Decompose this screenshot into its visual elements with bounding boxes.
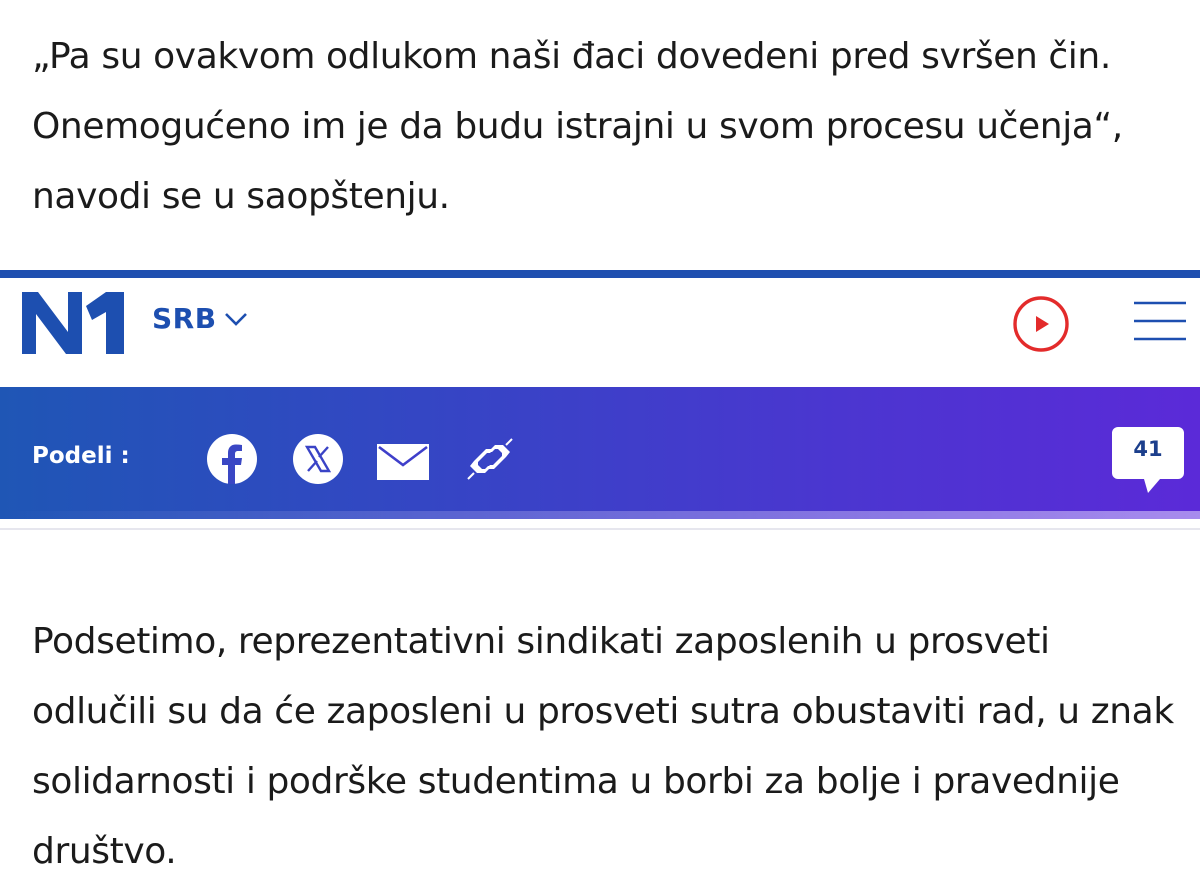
n1-logo[interactable]: N1	[22, 292, 127, 354]
region-selector[interactable]: SRB	[152, 302, 249, 335]
mail-icon[interactable]	[376, 443, 430, 481]
share-label: Podeli :	[32, 443, 130, 469]
play-circle-icon[interactable]	[1012, 295, 1070, 353]
copy-link-icon[interactable]	[464, 435, 516, 483]
header-top-rule	[0, 270, 1200, 278]
article-paragraph-quote: „Pa su ovakvom odlukom naši đaci doveden…	[32, 36, 1123, 217]
facebook-icon[interactable]	[206, 433, 258, 485]
x-icon[interactable]	[292, 433, 344, 485]
article-paragraph: Podsetimo, reprezentativni sindikati zap…	[32, 621, 1174, 872]
section-divider	[0, 528, 1200, 530]
region-label: SRB	[152, 302, 217, 335]
comments-button[interactable]: 41	[1112, 427, 1184, 499]
comment-count: 41	[1133, 437, 1163, 461]
site-header: N1 SRB	[0, 278, 1200, 386]
chevron-down-icon	[224, 312, 247, 326]
hamburger-menu-icon[interactable]	[1132, 297, 1188, 345]
share-bar: Podeli : 41	[0, 387, 1200, 519]
